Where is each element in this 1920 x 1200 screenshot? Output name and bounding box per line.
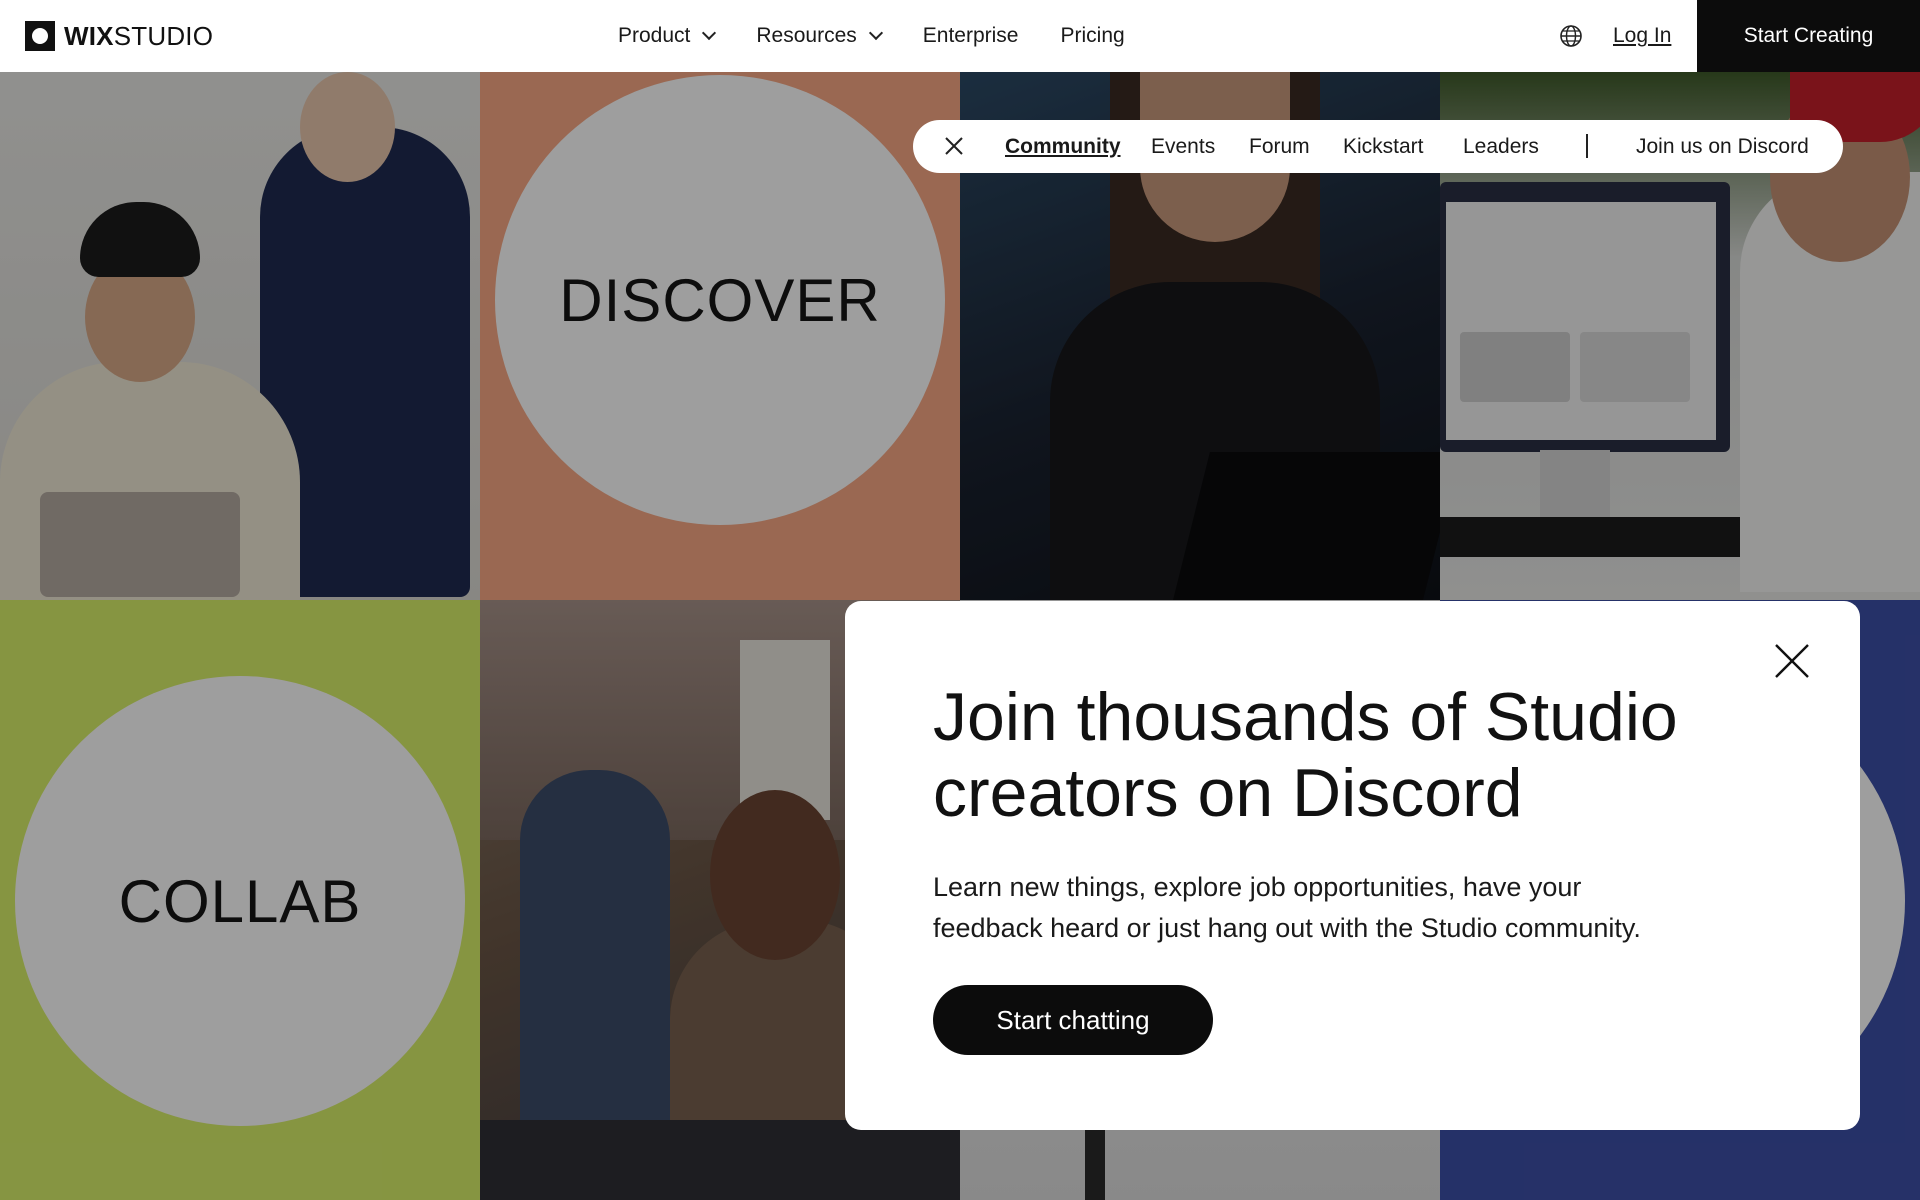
subnav-divider (1586, 134, 1588, 158)
modal-title-line: Join thousands of Studio (933, 679, 1678, 755)
nav-pricing[interactable]: Pricing (1060, 24, 1124, 48)
logo-text: WIXSTUDIO (64, 20, 214, 51)
top-navigation: WIXSTUDIO Product Resources Enterprise P… (0, 0, 1920, 72)
nav-pricing-label: Pricing (1060, 24, 1125, 47)
modal-description-line: Learn new things, explore job opportunit… (933, 872, 1582, 902)
close-icon[interactable] (1774, 643, 1810, 679)
subnav-events[interactable]: Events (1151, 120, 1215, 173)
community-subnav: Community Events Forum Kickstart Leaders… (913, 120, 1843, 173)
modal-description-line: feedback heard or just hang out with the… (933, 913, 1641, 943)
nav-enterprise-label: Enterprise (922, 24, 1019, 47)
subnav-leaders[interactable]: Leaders (1463, 120, 1539, 173)
start-creating-button[interactable]: Start Creating (1697, 0, 1920, 72)
join-discord-link[interactable]: Join us on Discord (1636, 120, 1809, 173)
login-link[interactable]: Log In (1613, 0, 1671, 72)
wix-studio-logo[interactable]: WIXSTUDIO (25, 21, 213, 51)
close-icon[interactable] (943, 135, 965, 157)
chevron-down-icon (702, 25, 717, 41)
main-nav: Product Resources Enterprise Pricing (618, 0, 1167, 72)
subnav-kickstart[interactable]: Kickstart (1343, 120, 1424, 173)
subnav-community[interactable]: Community (1005, 120, 1121, 173)
start-chatting-button[interactable]: Start chatting (933, 985, 1213, 1055)
nav-resources[interactable]: Resources (756, 24, 883, 48)
chevron-down-icon (868, 25, 883, 41)
subnav-forum[interactable]: Forum (1249, 120, 1310, 173)
logo-mark-icon (25, 21, 55, 51)
discord-modal: Join thousands of Studio creators on Dis… (845, 601, 1860, 1130)
nav-product-label: Product (618, 24, 691, 47)
nav-product[interactable]: Product (618, 24, 717, 48)
modal-title: Join thousands of Studio creators on Dis… (933, 679, 1793, 831)
globe-icon[interactable] (1559, 24, 1583, 48)
nav-resources-label: Resources (756, 24, 857, 47)
modal-description: Learn new things, explore job opportunit… (933, 867, 1693, 949)
nav-enterprise[interactable]: Enterprise (923, 24, 1019, 48)
modal-title-line: creators on Discord (933, 755, 1523, 831)
